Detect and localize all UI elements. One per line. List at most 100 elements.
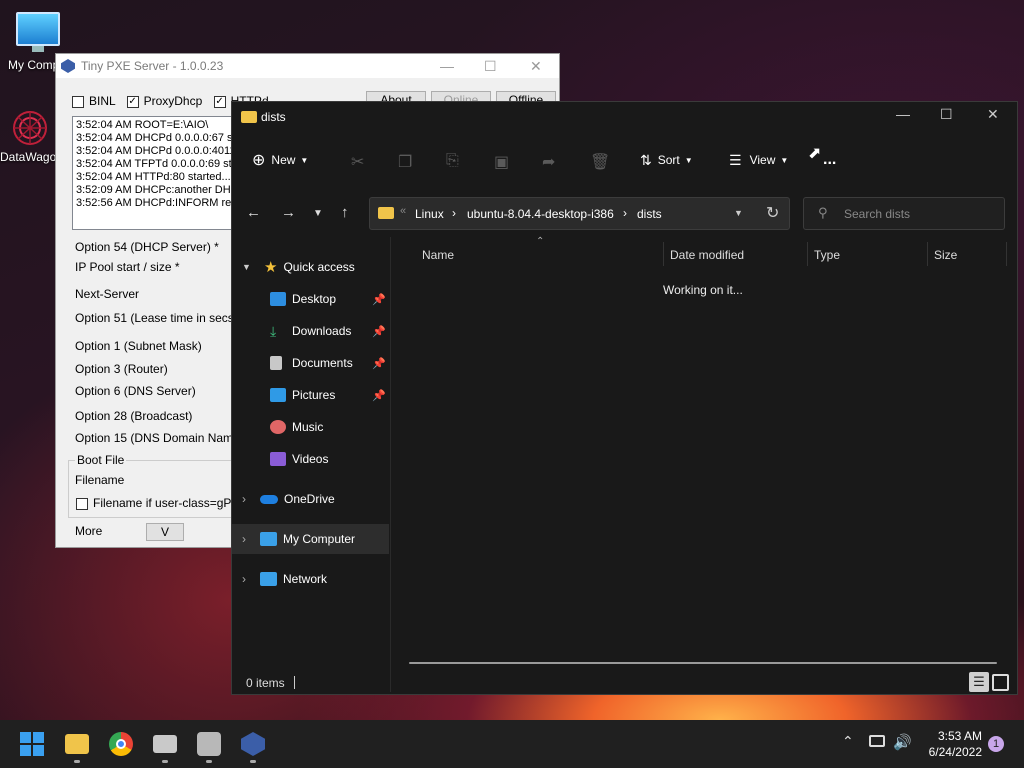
sort-indicator-icon: ⌃ xyxy=(536,236,545,247)
sidebar-item-music[interactable]: Music xyxy=(232,412,389,442)
pane-divider xyxy=(390,237,391,692)
music-icon xyxy=(270,420,286,434)
pictures-icon xyxy=(270,388,286,402)
chevron-up-icon[interactable]: ⌃ xyxy=(842,733,854,750)
tiny-pxe-taskbar-icon[interactable] xyxy=(241,732,265,756)
details-view-icon[interactable]: ☰ xyxy=(969,672,989,692)
column-separator[interactable] xyxy=(807,242,808,266)
chevron-down-icon: ▼ xyxy=(684,155,693,165)
new-button[interactable]: ⊕ New ▼ xyxy=(252,146,308,174)
breadcrumb-dists[interactable]: dists xyxy=(637,207,662,221)
filename-label: Filename xyxy=(75,473,125,487)
user-tool-icon[interactable] xyxy=(197,732,221,756)
ip-pool-label: IP Pool start / size * xyxy=(75,260,180,274)
pin-icon[interactable]: 📌 xyxy=(372,293,386,306)
sort-button[interactable]: ⇅ Sort ▼ xyxy=(640,146,693,174)
status-message: Working on it... xyxy=(663,283,743,297)
pin-icon[interactable]: 📌 xyxy=(372,357,386,370)
log-line: 3:52:09 AM DHCPc:another DHC xyxy=(76,184,239,196)
pxe-title-bar: Tiny PXE Server - 1.0.0.23 — ☐ ✕ xyxy=(56,54,559,78)
network-tray-icon[interactable] xyxy=(869,735,885,747)
datawagon-icon xyxy=(13,111,47,145)
videos-icon xyxy=(270,452,286,466)
close-icon[interactable]: ✕ xyxy=(530,58,542,75)
log-line: 3:52:04 AM TFPTd 0.0.0.0:69 st xyxy=(76,158,232,170)
up-icon[interactable]: ↑ xyxy=(341,204,349,221)
option-6-label: Option 6 (DNS Server) xyxy=(75,384,196,398)
pin-icon[interactable]: 📌 xyxy=(372,325,386,338)
monitor-icon xyxy=(260,532,277,546)
search-box[interactable]: ⚲ Search dists xyxy=(803,197,1005,230)
tiles-view-icon[interactable] xyxy=(992,674,1009,691)
view-icon: ☰ xyxy=(729,151,742,168)
column-date-modified[interactable]: Date modified xyxy=(670,248,744,262)
sidebar-item-desktop[interactable]: Desktop 📌 xyxy=(232,284,389,314)
mouse-cursor-icon: ⬈ xyxy=(808,145,822,162)
share-icon[interactable]: ➦ xyxy=(542,152,555,172)
package-icon[interactable] xyxy=(153,735,177,753)
breadcrumb-linux[interactable]: Linux xyxy=(415,207,444,221)
sidebar-item-videos[interactable]: Videos xyxy=(232,444,389,474)
boot-file-label: Boot File xyxy=(75,453,127,467)
running-indicator xyxy=(74,760,80,763)
column-size[interactable]: Size xyxy=(934,248,957,262)
column-separator[interactable] xyxy=(927,242,928,266)
minimize-icon[interactable]: — xyxy=(440,58,454,74)
cut-icon[interactable]: ✂ xyxy=(351,152,364,172)
minimize-icon[interactable]: — xyxy=(896,106,910,122)
back-icon[interactable]: ← xyxy=(246,204,261,221)
recent-chevron-icon[interactable]: ▼ xyxy=(313,208,323,219)
sidebar-item-onedrive[interactable]: › OneDrive xyxy=(232,484,389,514)
chrome-icon[interactable] xyxy=(109,732,133,756)
cloud-icon xyxy=(260,494,278,504)
taskbar: ⌃ 🔊 3:53 AM 6/24/2022 1 xyxy=(0,720,1024,768)
copy-icon[interactable]: ❐ xyxy=(398,152,412,172)
view-button[interactable]: ☰ View ▼ xyxy=(729,146,788,174)
pin-icon[interactable]: 📌 xyxy=(372,389,386,402)
maximize-icon[interactable]: ☐ xyxy=(484,58,497,75)
address-bar[interactable]: « Linux › ubuntu-8.04.4-desktop-i386 › d… xyxy=(369,197,790,230)
delete-icon[interactable]: 🗑 xyxy=(590,152,610,172)
option-28-label: Option 28 (Broadcast) xyxy=(75,409,193,423)
more-v-button[interactable]: V xyxy=(146,523,184,541)
navigation-pane: ▼ ★ Quick access Desktop 📌 ⤓ Downloads 📌… xyxy=(232,237,389,657)
rename-icon[interactable]: ▣ xyxy=(494,152,509,172)
horizontal-scrollbar[interactable] xyxy=(409,662,997,664)
column-separator[interactable] xyxy=(663,242,664,266)
clock-date[interactable]: 6/24/2022 xyxy=(920,745,982,759)
pxe-app-icon xyxy=(61,59,75,73)
option-51-label: Option 51 (Lease time in secs) * xyxy=(75,311,246,325)
refresh-icon[interactable]: ↻ xyxy=(766,203,779,223)
notification-badge[interactable]: 1 xyxy=(988,736,1004,752)
clock-time[interactable]: 3:53 AM xyxy=(934,729,982,743)
column-type[interactable]: Type xyxy=(814,248,840,262)
close-icon[interactable]: ✕ xyxy=(987,106,999,123)
sidebar-item-network[interactable]: › Network xyxy=(232,564,389,594)
sidebar-item-downloads[interactable]: ⤓ Downloads 📌 xyxy=(232,316,389,346)
paste-icon[interactable]: ⎘ xyxy=(446,152,459,170)
desktop-icon xyxy=(270,292,286,306)
document-icon xyxy=(270,356,282,370)
file-explorer-taskbar-icon[interactable] xyxy=(65,734,89,754)
sidebar-item-pictures[interactable]: Pictures 📌 xyxy=(232,380,389,410)
chevron-right-icon: › xyxy=(242,492,246,506)
proxydhcp-checkbox[interactable]: ✓ ProxyDhcp xyxy=(126,94,202,108)
address-dropdown-icon[interactable]: ▼ xyxy=(734,208,743,218)
more-options-button[interactable]: ... xyxy=(823,146,836,174)
sidebar-quick-access[interactable]: ▼ ★ Quick access xyxy=(232,252,389,282)
sidebar-item-my-computer[interactable]: › My Computer xyxy=(232,524,389,554)
sidebar-item-documents[interactable]: Documents 📌 xyxy=(232,348,389,378)
volume-icon[interactable]: 🔊 xyxy=(893,733,912,751)
search-input[interactable]: Search dists xyxy=(844,207,910,221)
column-name[interactable]: Name xyxy=(422,248,454,262)
desktop-icon-datawagon[interactable]: DataWago xyxy=(0,108,60,164)
column-separator[interactable] xyxy=(1006,242,1007,266)
breadcrumb-ubuntu[interactable]: ubuntu-8.04.4-desktop-i386 xyxy=(467,207,614,221)
option-1-label: Option 1 (Subnet Mask) xyxy=(75,339,202,353)
maximize-icon[interactable]: ☐ xyxy=(940,106,953,123)
forward-icon[interactable]: → xyxy=(281,204,296,221)
log-line: 3:52:04 AM DHCPd 0.0.0.0:67 st xyxy=(76,132,236,144)
start-icon[interactable] xyxy=(20,732,44,756)
binl-checkbox[interactable]: BINL xyxy=(72,94,115,108)
folder-icon xyxy=(241,111,257,123)
